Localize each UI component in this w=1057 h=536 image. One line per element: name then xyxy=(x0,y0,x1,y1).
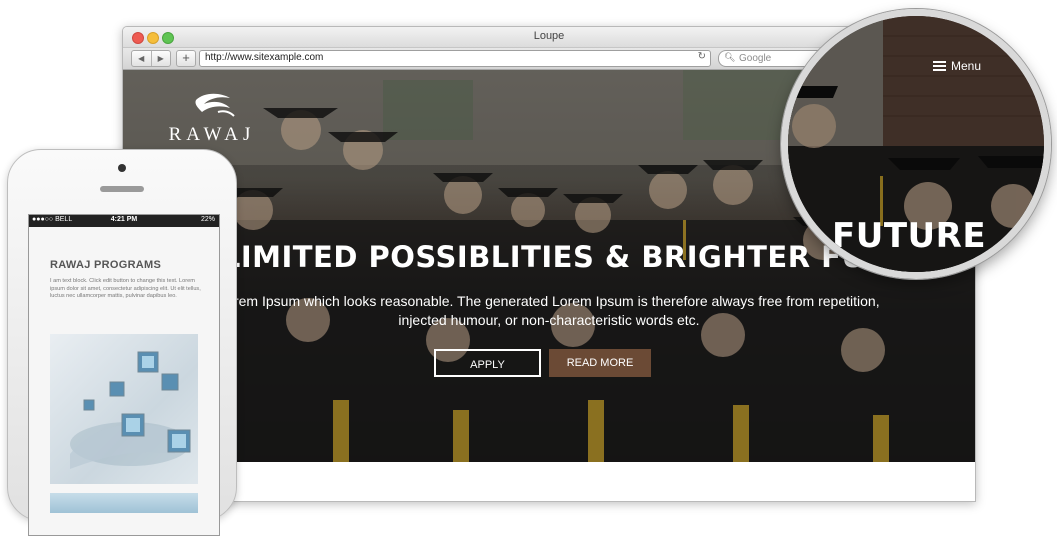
programs-title: RAWAJ PROGRAMS xyxy=(50,259,162,271)
address-bar[interactable]: http://www.sitexample.com ↻ xyxy=(199,50,711,67)
search-icon: 🔍︎ xyxy=(724,52,736,62)
battery-level: 22% xyxy=(200,216,215,223)
search-placeholder: Google xyxy=(739,53,772,64)
phone-status-bar: ●●●○○ BELL 4:21 PM 22% xyxy=(29,215,219,227)
magnified-future-text: FUTURE xyxy=(832,216,987,256)
new-tab-button[interactable]: + xyxy=(176,50,196,67)
logo-text: RAWAJ xyxy=(168,124,256,145)
hero-subtitle-line-1: Lorem Ipsum which looks reasonable. The … xyxy=(218,293,880,309)
url-text: http://www.sitexample.com xyxy=(205,52,324,63)
page-below-hero xyxy=(123,462,975,501)
reload-icon[interactable]: ↻ xyxy=(698,51,706,62)
forward-button[interactable]: ▶ xyxy=(150,51,171,66)
forward-arrow-icon: ▶ xyxy=(157,54,164,63)
back-arrow-icon: ◀ xyxy=(138,54,145,63)
nav-buttons: ◀ ▶ xyxy=(131,50,171,67)
hero-subtitle-line-2: injected humour, or non-characteristic w… xyxy=(398,312,700,328)
hamburger-menu-icon xyxy=(933,61,946,71)
mobile-page: RAWAJ PROGRAMS I am text block. Click ed… xyxy=(29,227,219,535)
menu-toggle[interactable]: Menu xyxy=(933,59,981,73)
mobile-phone: ●●●○○ BELL 4:21 PM 22% RAWAJ PROGRAMS I … xyxy=(7,149,237,536)
menu-label: Menu xyxy=(951,59,982,73)
site-logo[interactable]: RAWAJ xyxy=(158,90,268,150)
programs-image[interactable] xyxy=(50,334,198,484)
phone-earpiece xyxy=(100,186,144,192)
phone-screen: ●●●○○ BELL 4:21 PM 22% RAWAJ PROGRAMS I … xyxy=(28,214,220,536)
phone-camera xyxy=(118,164,126,172)
read-more-button[interactable]: READ MORE xyxy=(549,349,651,377)
programs-text: I am text block. Click edit button to ch… xyxy=(50,278,201,300)
secondary-image xyxy=(50,493,198,513)
apply-button[interactable]: APPLY xyxy=(434,349,541,377)
magnifier-loupe: Menu FUTURE xyxy=(781,9,1051,279)
status-time: 4:21 PM xyxy=(110,216,138,223)
logo-emblem-icon xyxy=(195,93,235,117)
back-button[interactable]: ◀ xyxy=(132,51,151,66)
tech-cubes-illustration xyxy=(70,351,191,469)
hero-subtitle: Lorem Ipsum which looks reasonable. The … xyxy=(123,292,975,330)
plus-icon: + xyxy=(182,50,190,65)
